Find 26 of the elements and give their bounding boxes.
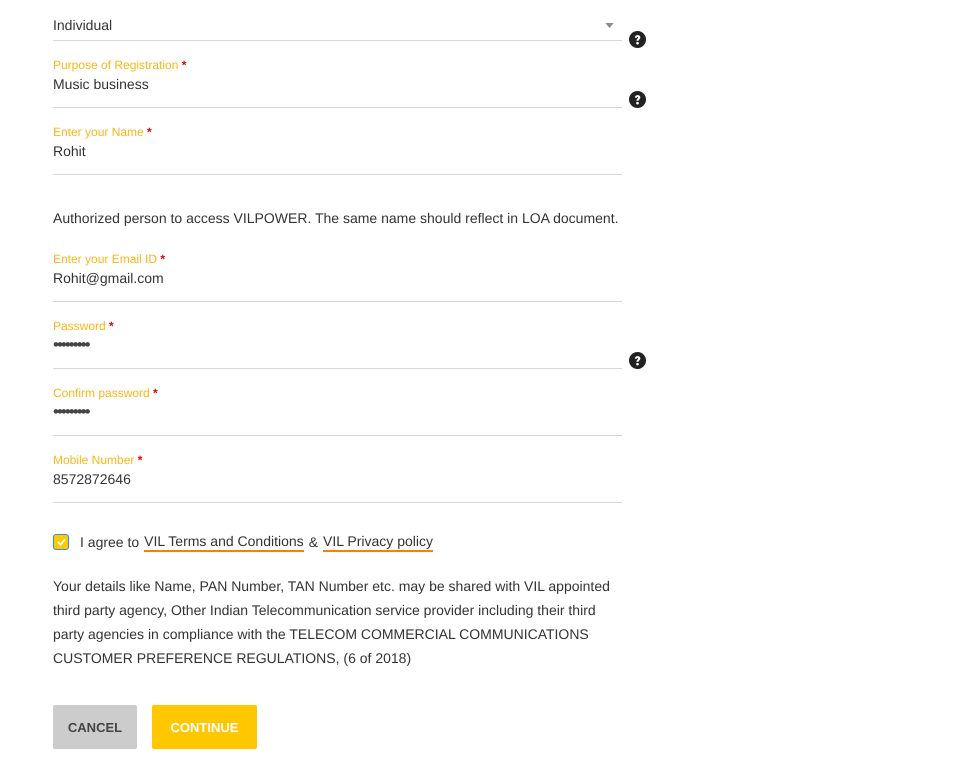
- disclaimer-text: Your details like Name, PAN Number, TAN Number etc. may be shared with VIL appointed third party agency, Other Indian Telecommunication service provider including their third party agencies in compliance with the TELECOM COMMERCIAL COMMUNICATIONS CUSTOMER PREFERENCE REGULATIONS, (6 of 2018): [53, 577, 611, 668]
- field-label: Password *: [53, 318, 115, 334]
- ampersand-text: &: [308, 534, 318, 550]
- input-field[interactable]: Music business: [53, 73, 622, 95]
- input-field[interactable]: 8572872646: [53, 468, 622, 490]
- agree-label: I agree to: [80, 534, 140, 550]
- privacy-link[interactable]: VIL Privacy policy: [323, 532, 433, 552]
- input-field[interactable]: •••••••••: [53, 334, 622, 356]
- field-label: Enter your Email ID *: [53, 251, 166, 267]
- help-icon[interactable]: [629, 31, 646, 48]
- checkbox[interactable]: [53, 534, 69, 550]
- help-icon[interactable]: [629, 91, 646, 108]
- input-field[interactable]: Rohit: [53, 140, 622, 162]
- terms-link[interactable]: VIL Terms and Conditions: [144, 532, 304, 552]
- input-field[interactable]: •••••••••: [53, 401, 622, 423]
- field-label: Mobile Number *: [53, 452, 144, 468]
- dropdown-field[interactable]: Individual: [53, 10, 622, 41]
- caret-icon: [605, 22, 614, 28]
- field-label: Enter your Name *: [53, 124, 153, 140]
- help-icon[interactable]: [629, 352, 646, 369]
- input-field[interactable]: Rohit@gmail.com: [53, 267, 622, 289]
- helper-text: Authorized person to access VILPOWER. The same name should reflect in LOA document.: [53, 209, 620, 228]
- field-label: Confirm password *: [53, 385, 159, 401]
- field-label: Purpose of Registration *: [53, 57, 188, 73]
- check-icon: [56, 538, 66, 546]
- cancel-button[interactable]: CANCEL: [53, 705, 137, 749]
